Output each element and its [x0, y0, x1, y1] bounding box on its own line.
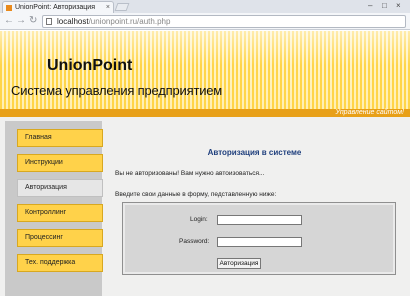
login-label: Login: [190, 216, 208, 223]
sidebar-item-controlling[interactable]: Контроллинг [17, 204, 103, 222]
sidebar-item-instructions[interactable]: Инструкции [17, 154, 103, 172]
tab-close-icon[interactable]: × [106, 2, 110, 13]
browser-tab[interactable]: UnionPoint: Авторизация × [2, 1, 114, 13]
forward-icon[interactable]: → [16, 15, 26, 27]
login-input[interactable] [217, 215, 302, 225]
maximize-icon[interactable]: □ [382, 1, 387, 11]
password-input[interactable] [217, 237, 302, 247]
sidebar-item-processing[interactable]: Процессинг [17, 229, 103, 247]
page-title: Авторизация в системе [207, 148, 302, 157]
header-bar: Управление сайтом! [0, 109, 410, 117]
window-close-icon[interactable]: × [396, 1, 401, 11]
site-header: UnionPoint Система управления предприяти… [0, 31, 410, 117]
browser-tab-bar: UnionPoint: Авторизация × – □ × [0, 0, 410, 13]
site-title: UnionPoint [47, 57, 133, 74]
sidebar: Главная Инструкции Авторизация Контролли… [5, 121, 103, 296]
authorize-button[interactable]: Авторизация [217, 258, 261, 269]
minimize-icon[interactable]: – [368, 1, 372, 11]
sidebar-item-authorization[interactable]: Авторизация [17, 179, 103, 197]
page-icon [46, 18, 52, 25]
site-subtitle: Система управления предприятием [11, 83, 223, 98]
url-host: localhost [57, 17, 89, 26]
new-tab-button[interactable] [114, 3, 130, 11]
reload-icon[interactable]: ↻ [29, 15, 37, 27]
back-icon[interactable]: ← [4, 15, 14, 27]
sidebar-item-home[interactable]: Главная [17, 129, 103, 147]
password-label: Password: [179, 238, 210, 245]
browser-toolbar: ← → ↻ localhost/unionpoint.ru/auth.php [0, 13, 410, 30]
slogan: Управление сайтом! [335, 109, 404, 116]
site-favicon-icon [6, 5, 12, 11]
address-bar[interactable]: localhost/unionpoint.ru/auth.php [42, 15, 406, 28]
main-content: Авторизация в системе Вы не авторизованы… [104, 121, 410, 296]
web-page: UnionPoint Система управления предприяти… [0, 31, 410, 296]
login-form: Login: Password: Авторизация [122, 202, 396, 275]
tab-title: UnionPoint: Авторизация [15, 4, 96, 11]
url-path: /unionpoint.ru/auth.php [88, 17, 171, 26]
instructions-message: Введите свои данные в форму, педставленн… [115, 191, 277, 198]
sidebar-item-support[interactable]: Тех. поддержка [17, 254, 103, 272]
not-authorized-message: Вы не авторизованы! Вам нужно автоизоват… [115, 170, 265, 177]
